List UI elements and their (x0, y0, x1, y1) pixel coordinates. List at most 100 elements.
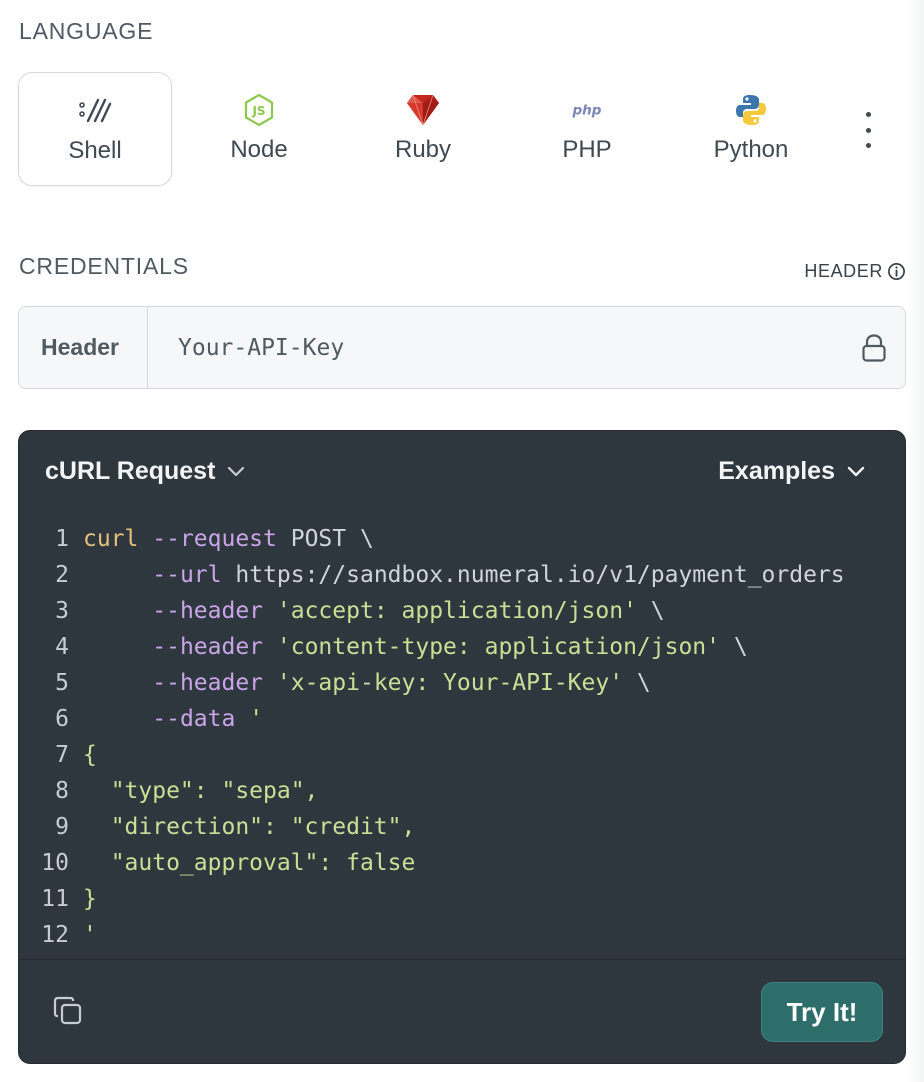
code-token: 'x-api-key: Your-API-Key' (276, 670, 624, 696)
code-token: \ (623, 670, 651, 696)
code-text: { (83, 737, 97, 773)
code-token: { (83, 742, 97, 768)
tab-node[interactable]: JS Node (182, 72, 336, 186)
shell-icon (77, 93, 113, 129)
code-line: 11} (19, 881, 905, 917)
copy-icon[interactable] (53, 996, 83, 1031)
code-token: \ (720, 634, 748, 660)
code-token: --header (152, 670, 264, 696)
tab-label: Ruby (394, 136, 452, 163)
code-token: ' (249, 706, 264, 732)
language-tabs: Shell JS Node Ruby php PHP Python (18, 72, 888, 186)
more-vertical-icon[interactable] (856, 112, 880, 148)
code-text: ' (83, 917, 97, 953)
line-number: 12 (41, 922, 69, 948)
line-number: 10 (41, 850, 69, 876)
code-token: } (83, 886, 97, 912)
code-token: --header (152, 598, 264, 624)
line-number: 6 (55, 706, 69, 732)
code-token: ' (83, 922, 97, 948)
lock-icon (861, 333, 887, 368)
header-auth-badge[interactable]: HEADER (804, 261, 906, 282)
code-line: 12 ' (19, 917, 905, 953)
code-text: curl --request POST \ (83, 521, 374, 557)
line-number: 4 (55, 634, 69, 660)
code-text: "type": "sepa", (83, 773, 319, 809)
tab-ruby[interactable]: Ruby (346, 72, 500, 186)
code-token: POST \ (276, 526, 374, 552)
api-key-input[interactable] (148, 307, 905, 388)
tab-label: Shell (68, 137, 122, 164)
examples-label: Examples (718, 457, 835, 485)
code-line: 3 --header 'accept: application/json' \ (19, 593, 905, 629)
tab-label: PHP (562, 136, 612, 163)
tab-python[interactable]: Python (674, 72, 828, 186)
python-icon (733, 92, 769, 128)
tab-label: Node (230, 136, 288, 163)
line-number: 11 (41, 886, 69, 912)
code-line: 5 --header 'x-api-key: Your-API-Key' \ (19, 665, 905, 701)
code-panel-footer: Try It! (19, 959, 905, 1063)
svg-text:JS: JS (251, 104, 265, 118)
code-line: 9 "direction": "credit", (19, 809, 905, 845)
api-key-field-group: Header (18, 306, 906, 389)
code-text: --header 'content-type: application/json… (83, 629, 748, 665)
code-panel: cURL Request Examples 1 curl --request PO… (18, 430, 906, 1064)
code-token: --request (152, 526, 277, 552)
line-number: 5 (55, 670, 69, 696)
line-number: 7 (55, 742, 69, 768)
code-token: 'content-type: application/json' (276, 634, 720, 660)
code-line: 1 curl --request POST \ (19, 521, 905, 557)
credentials-section-title: CREDENTIALS (19, 253, 189, 279)
code-token: curl (83, 526, 139, 552)
php-icon: php (569, 92, 605, 128)
code-token: 'accept: application/json' (276, 598, 637, 624)
code-token: https://sandbox.numeral.io/v1/payment_or… (221, 562, 845, 588)
examples-dropdown[interactable]: Examples (718, 457, 865, 486)
line-number: 2 (55, 562, 69, 588)
code-text: --header 'accept: application/json' \ (83, 593, 665, 629)
right-edge-shadow (906, 0, 924, 1082)
code-token: "auto_approval": false (83, 850, 416, 876)
code-token: --data (152, 706, 236, 732)
line-number: 9 (55, 814, 69, 840)
request-type-label: cURL Request (45, 457, 216, 485)
header-badge-label: HEADER (804, 261, 883, 281)
code-text: "direction": "credit", (83, 809, 416, 845)
request-type-dropdown[interactable]: cURL Request (45, 457, 245, 486)
language-section-title: LANGUAGE (19, 18, 154, 44)
ruby-icon (405, 92, 441, 128)
line-number: 1 (55, 526, 69, 552)
code-line: 2 --url https://sandbox.numeral.io/v1/pa… (19, 557, 905, 593)
code-token: "type": "sepa", (83, 778, 319, 804)
code-text: --data ' (83, 701, 263, 737)
code-text: "auto_approval": false (83, 845, 416, 881)
code-text: --header 'x-api-key: Your-API-Key' \ (83, 665, 651, 701)
code-panel-header: cURL Request Examples (19, 431, 905, 515)
php-icon-text: php (572, 103, 602, 119)
info-icon (888, 263, 905, 280)
api-key-field-label: Header (19, 307, 148, 388)
try-it-button[interactable]: Try It! (761, 982, 883, 1042)
code-text: } (83, 881, 97, 917)
code-token: --header (152, 634, 264, 660)
code-line: 4 --header 'content-type: application/js… (19, 629, 905, 665)
tab-shell[interactable]: Shell (18, 72, 172, 186)
tab-php[interactable]: php PHP (510, 72, 664, 186)
nodejs-icon: JS (241, 92, 277, 128)
code-line: 8 "type": "sepa", (19, 773, 905, 809)
code-block[interactable]: 1 curl --request POST \ 2 --url https://sa… (19, 521, 905, 953)
code-line: 10 "auto_approval": false (19, 845, 905, 881)
code-token: "direction": "credit", (83, 814, 416, 840)
chevron-down-icon (847, 466, 865, 476)
code-token: \ (636, 598, 665, 624)
